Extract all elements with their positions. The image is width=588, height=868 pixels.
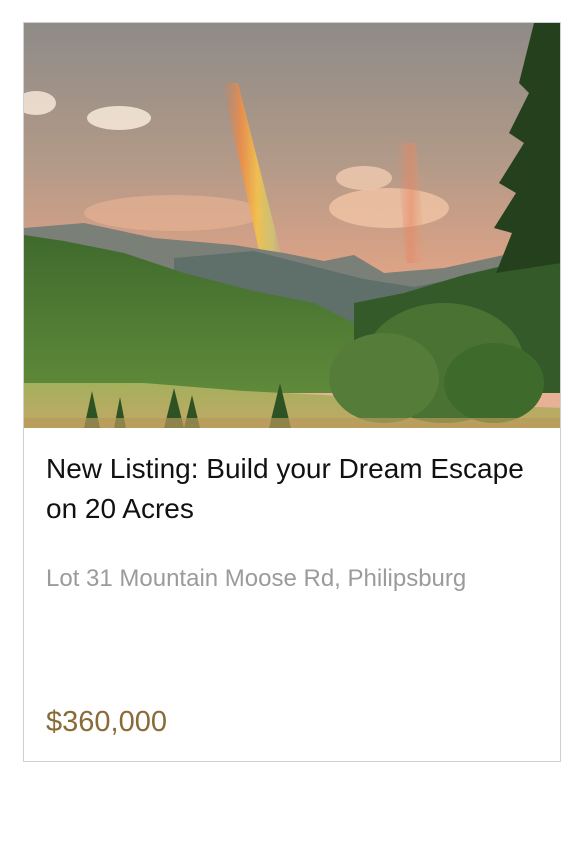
listing-title[interactable]: New Listing: Build your Dream Escape on … (46, 449, 536, 529)
listing-address: Lot 31 Mountain Moose Rd, Philipsburg (46, 565, 467, 592)
listing-card[interactable]: New Listing: Build your Dream Escape on … (23, 22, 561, 762)
listing-photo[interactable] (24, 23, 561, 428)
listing-price: $360,000 (46, 706, 167, 738)
